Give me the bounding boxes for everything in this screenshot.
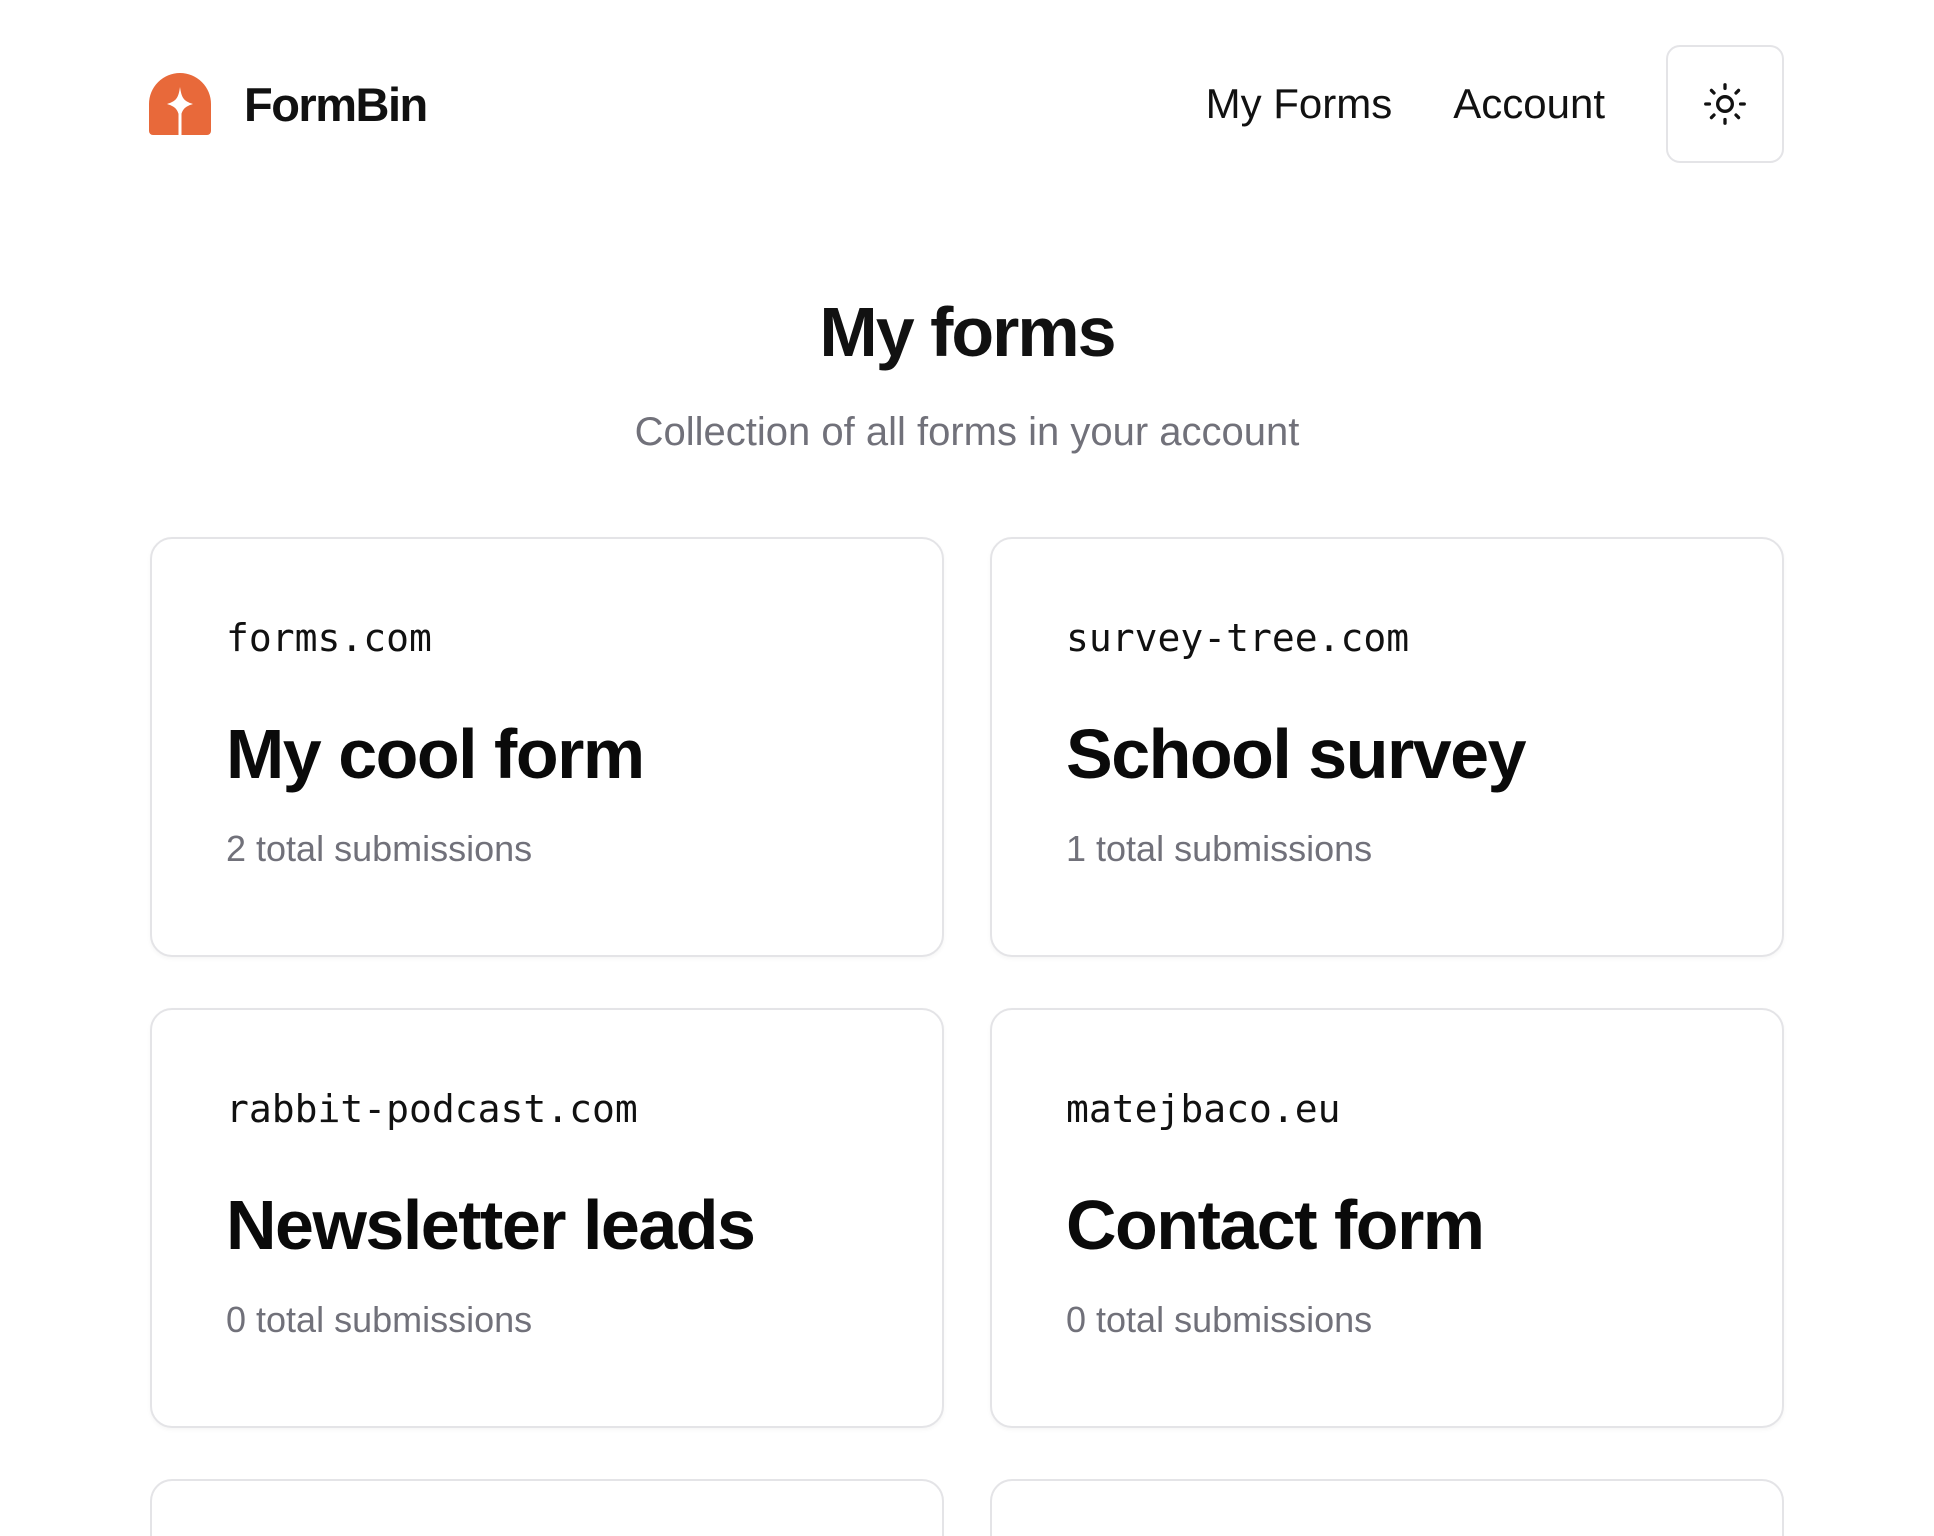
form-card[interactable]: forms.com My cool form 2 total submissio… <box>150 537 944 957</box>
form-card-partial[interactable] <box>990 1479 1784 1536</box>
page-subtitle: Collection of all forms in your account <box>634 410 1300 454</box>
brand-name: FormBin <box>244 77 428 131</box>
form-domain: matejbaco.eu <box>1066 1087 1341 1131</box>
form-domain: forms.com <box>226 616 432 660</box>
form-card[interactable]: matejbaco.eu Contact form 0 total submis… <box>990 1008 1784 1428</box>
form-card[interactable]: survey-tree.com School survey 1 total su… <box>990 537 1784 957</box>
nav-my-forms-link[interactable]: My Forms <box>1206 80 1393 128</box>
form-domain: rabbit-podcast.com <box>226 1087 638 1131</box>
main-nav: My Forms Account <box>1206 45 1784 163</box>
sun-icon <box>1704 83 1746 125</box>
form-submission-count: 2 total submissions <box>226 828 533 869</box>
nav-account-link[interactable]: Account <box>1453 80 1605 128</box>
page-title: My forms <box>819 293 1116 371</box>
form-title: My cool form <box>226 715 645 793</box>
top-header: FormBin My Forms Account <box>149 45 1784 163</box>
form-domain: survey-tree.com <box>1066 616 1410 660</box>
form-card-partial[interactable] <box>150 1479 944 1536</box>
theme-toggle-button[interactable] <box>1666 45 1784 163</box>
form-title: School survey <box>1066 715 1527 793</box>
form-submission-count: 0 total submissions <box>226 1299 533 1340</box>
brand-home-link[interactable]: FormBin <box>149 73 428 135</box>
form-title: Newsletter leads <box>226 1186 756 1264</box>
form-submission-count: 1 total submissions <box>1066 828 1373 869</box>
form-card[interactable]: rabbit-podcast.com Newsletter leads 0 to… <box>150 1008 944 1428</box>
formbin-logo-icon <box>149 73 211 135</box>
form-title: Contact form <box>1066 1186 1485 1264</box>
form-submission-count: 0 total submissions <box>1066 1299 1373 1340</box>
forms-grid: forms.com My cool form 2 total submissio… <box>150 537 1784 1536</box>
